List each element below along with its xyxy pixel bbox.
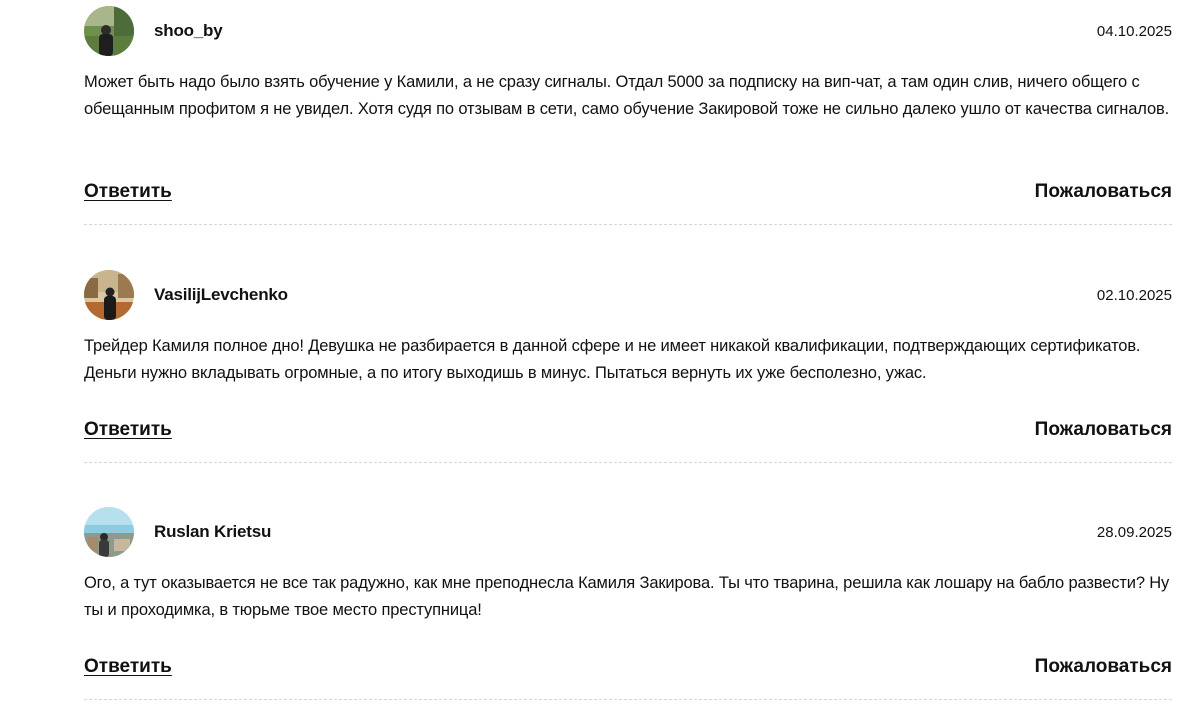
comment-item: shoo_by 04.10.2025 Может быть надо было … bbox=[84, 6, 1172, 225]
comment-date: 02.10.2025 bbox=[1096, 287, 1172, 304]
comment-text: Трейдер Камиля полное дно! Девушка не ра… bbox=[84, 337, 1141, 382]
comment-text: Ого, а тут оказывается не все так радужн… bbox=[84, 574, 1170, 619]
comment-date: 28.09.2025 bbox=[1096, 524, 1172, 541]
comment-date: 04.10.2025 bbox=[1096, 23, 1172, 40]
comment-actions: Ответить Пожаловаться bbox=[84, 419, 1172, 443]
comment-header: Ruslan Krietsu 28.09.2025 bbox=[84, 507, 1172, 557]
comment-actions: Ответить Пожаловаться bbox=[84, 181, 1172, 205]
report-link[interactable]: Пожаловаться bbox=[1035, 181, 1172, 203]
report-link[interactable]: Пожаловаться bbox=[1035, 656, 1172, 678]
report-link[interactable]: Пожаловаться bbox=[1035, 419, 1172, 441]
reply-link[interactable]: Ответить bbox=[84, 656, 172, 678]
avatar[interactable] bbox=[84, 6, 134, 56]
reply-link[interactable]: Ответить bbox=[84, 419, 172, 441]
comment-text: Может быть надо было взять обучение у Ка… bbox=[84, 73, 1170, 118]
comment-item: Ruslan Krietsu 28.09.2025 Ого, а тут ока… bbox=[84, 507, 1172, 700]
avatar[interactable] bbox=[84, 270, 134, 320]
comment-item: VasilijLevchenko 02.10.2025 Трейдер Ками… bbox=[84, 270, 1172, 463]
comment-actions: Ответить Пожаловаться bbox=[84, 656, 1172, 680]
comments-list: shoo_by 04.10.2025 Может быть надо было … bbox=[0, 0, 1196, 712]
comment-author: Ruslan Krietsu bbox=[154, 522, 272, 541]
comment-header: VasilijLevchenko 02.10.2025 bbox=[84, 270, 1172, 320]
comment-author: shoo_by bbox=[154, 21, 223, 40]
avatar[interactable] bbox=[84, 507, 134, 557]
reply-link[interactable]: Ответить bbox=[84, 181, 172, 203]
comment-header: shoo_by 04.10.2025 bbox=[84, 6, 1172, 56]
comment-author: VasilijLevchenko bbox=[154, 285, 288, 304]
